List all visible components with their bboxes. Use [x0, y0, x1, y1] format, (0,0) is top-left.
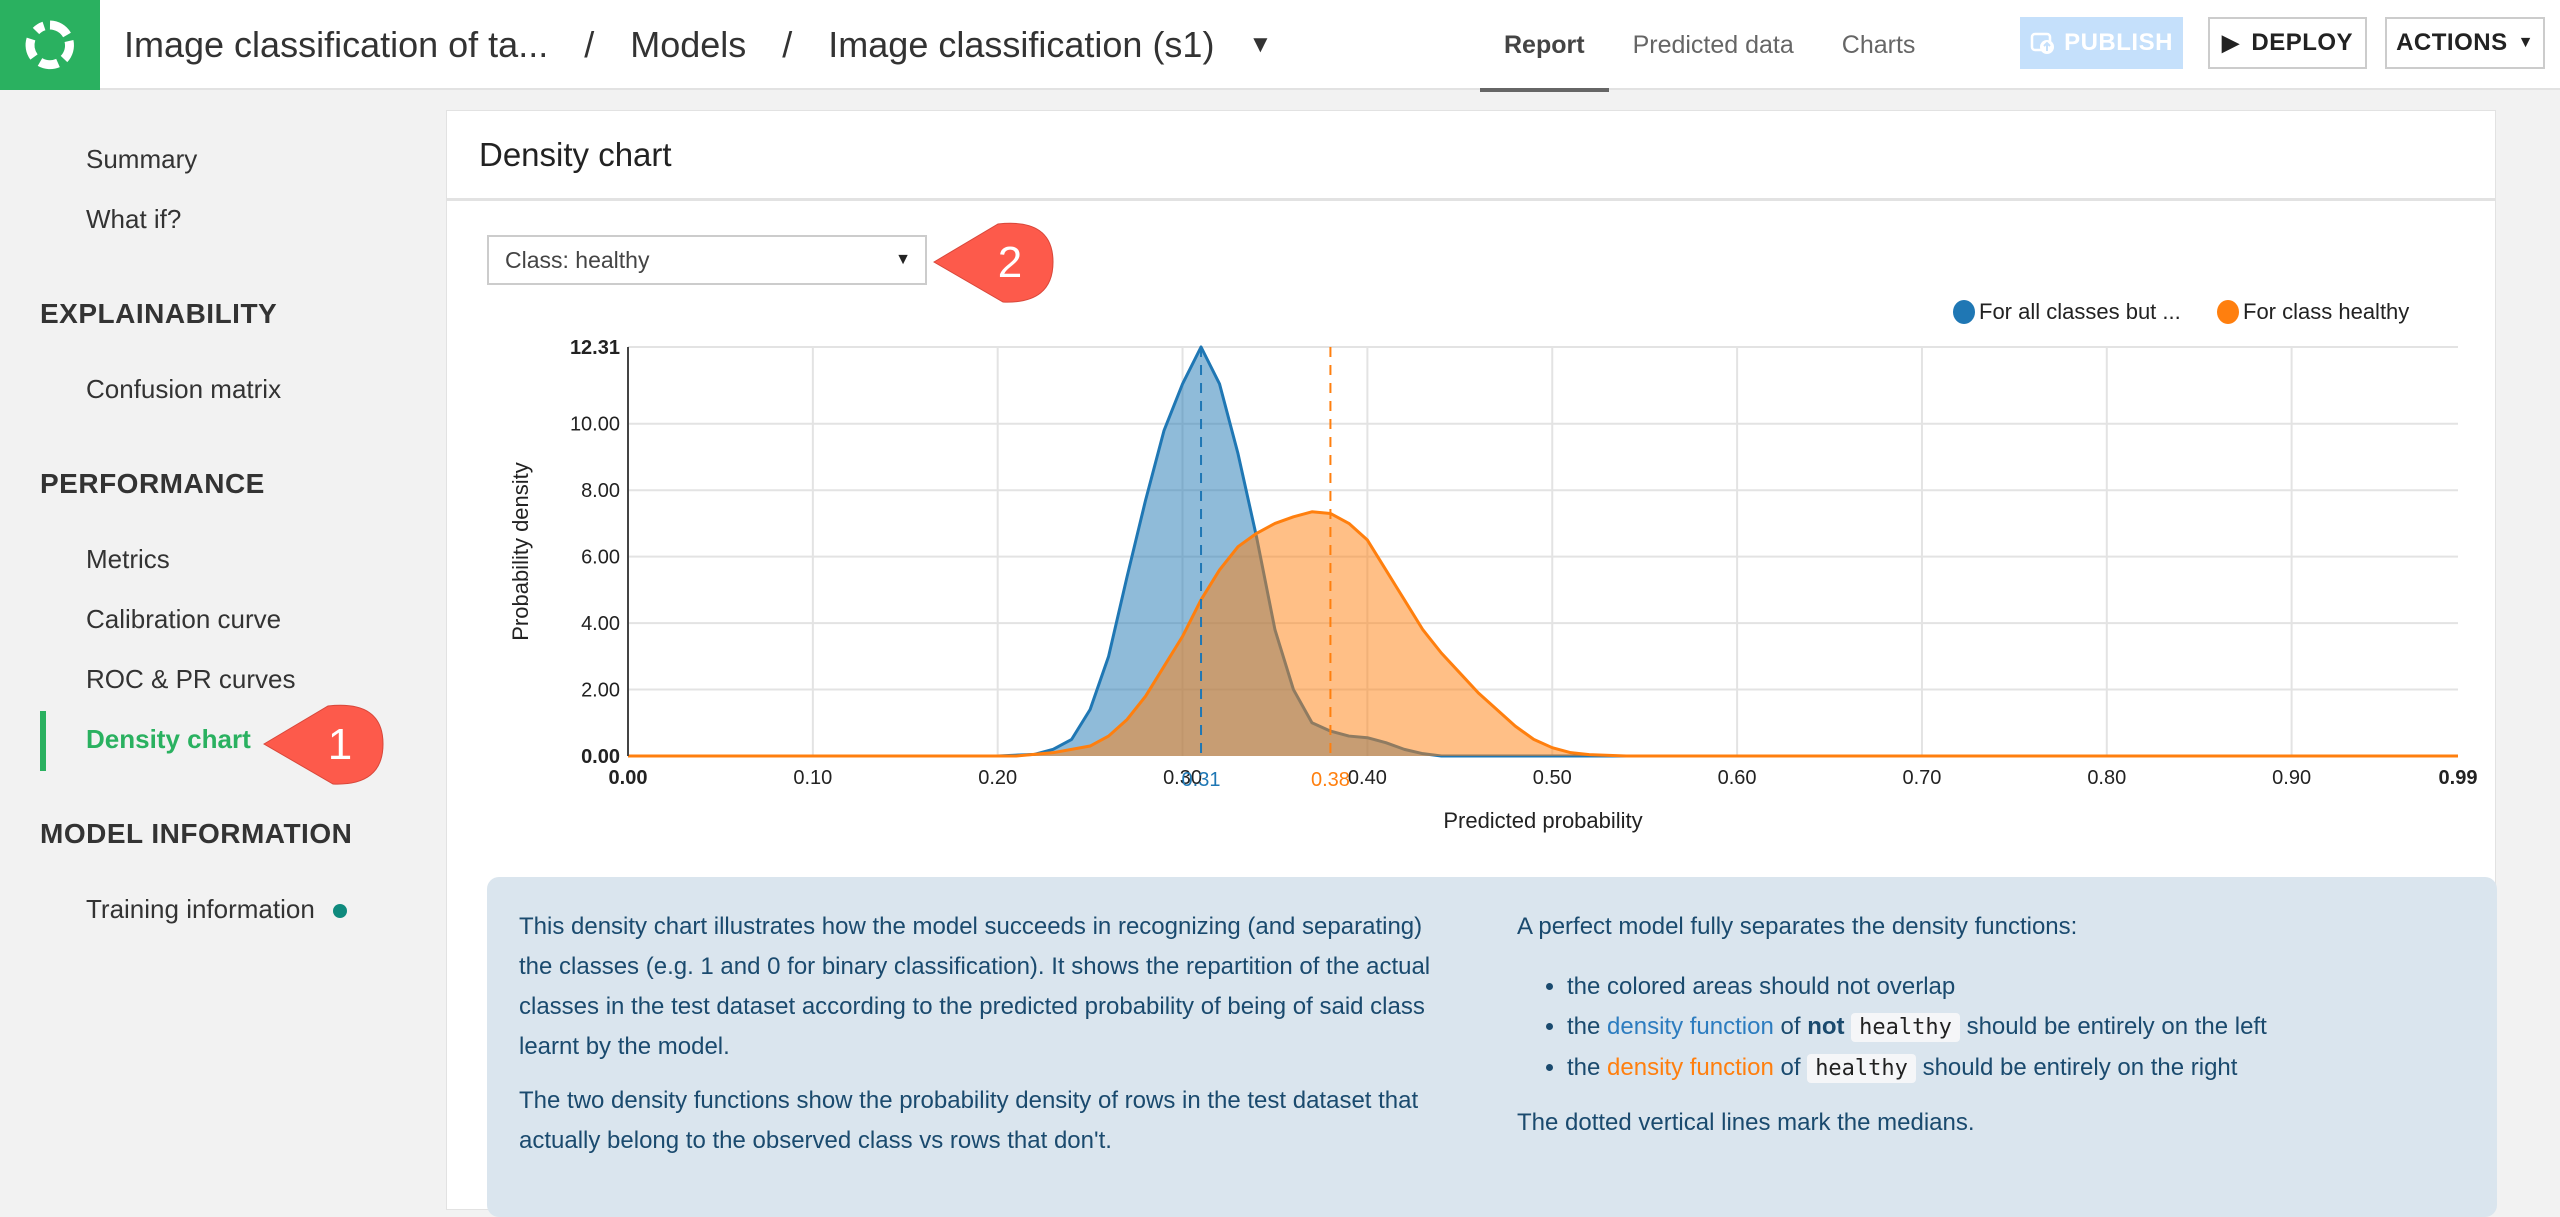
sidebar-item-training-information[interactable]: Training information [86, 894, 347, 925]
x-tick-label: 0.20 [978, 767, 1017, 789]
y-tick-label: 6.00 [581, 547, 620, 569]
y-tick-label: 2.00 [581, 680, 620, 702]
y-tick-label: 8.00 [581, 480, 620, 502]
info-column-right: A perfect model fully separates the dens… [1517, 907, 2447, 1157]
sidebar-item-roc-pr-curves[interactable]: ROC & PR curves [86, 664, 296, 695]
tab-report[interactable]: Report [1480, 0, 1609, 92]
class-code: healthy [1807, 1054, 1916, 1083]
app-logo[interactable] [0, 0, 100, 90]
sidebar-item-summary[interactable]: Summary [86, 144, 197, 175]
density-area-healthy [628, 511, 2458, 756]
publish-icon [2030, 32, 2055, 54]
logo-icon [25, 20, 74, 70]
x-tick-label: 0.40 [1348, 767, 1387, 789]
breadcrumb-project[interactable]: Image classification of ta... [124, 24, 548, 66]
info-intro: A perfect model fully separates the dens… [1517, 913, 2078, 940]
tab-charts[interactable]: Charts [1818, 0, 1940, 90]
deploy-button[interactable]: ▶ DEPLOY [2208, 17, 2367, 69]
callout-number: 2 [998, 238, 1022, 287]
x-tick-label: 0.60 [1718, 767, 1757, 789]
info-list: the colored areas should not overlap the… [1567, 967, 2447, 1089]
x-tick-label: 0.99 [2439, 767, 2478, 789]
tab-predicted-data[interactable]: Predicted data [1609, 0, 1818, 90]
active-indicator [40, 711, 46, 771]
x-axis-label: Predicted probability [1443, 808, 1642, 833]
status-dot [332, 904, 347, 919]
callout-badge-2: 2 [928, 218, 1058, 311]
section-model-information: MODEL INFORMATION [40, 818, 353, 849]
y-tick-label: 4.00 [581, 613, 620, 635]
y-tick-label: 12.31 [570, 337, 620, 359]
caret-down-icon: ▼ [2517, 34, 2534, 51]
info-outro: The dotted vertical lines mark the media… [1517, 1109, 1975, 1136]
section-performance: PERFORMANCE [40, 468, 265, 499]
section-explainability: EXPLAINABILITY [40, 298, 278, 329]
y-tick-label: 0.00 [581, 746, 620, 768]
info-column-left: This density chart illustrates how the m… [519, 907, 1449, 1175]
density-function-link-orange[interactable]: density function [1607, 1054, 1774, 1081]
play-icon: ▶ [2221, 30, 2240, 55]
text-right: should be entirely on the right [1922, 1054, 2238, 1081]
text-of: of [1780, 1054, 1801, 1081]
density-chart-panel: Density chart Class: healthy ▼ For all c… [446, 110, 2497, 1217]
info-bullet-2: the density function of not healthy shou… [1567, 1007, 2447, 1048]
median-label-healthy: 0.38 [1311, 769, 1350, 791]
density-function-link-blue[interactable]: density function [1607, 1013, 1774, 1040]
x-tick-label: 0.80 [2087, 767, 2126, 789]
x-tick-label: 0.10 [793, 767, 832, 789]
training-information-label: Training information [86, 894, 315, 924]
class-code: healthy [1851, 1013, 1960, 1042]
publish-button[interactable]: PUBLISH [2020, 17, 2183, 69]
actions-label: ACTIONS [2396, 29, 2508, 56]
info-paragraph-2: The two density functions show the proba… [519, 1087, 1419, 1154]
x-tick-label: 0.50 [1533, 767, 1572, 789]
top-bar: Image classification of ta... / Models /… [0, 0, 2560, 92]
x-tick-label: 0.90 [2272, 767, 2311, 789]
text-the: the [1567, 1054, 1601, 1081]
breadcrumb-models[interactable]: Models [630, 24, 746, 66]
sidebar-item-calibration-curve[interactable]: Calibration curve [86, 604, 281, 635]
text-the: the [1567, 1013, 1601, 1040]
density-chart: 0.00 0.10 0.20 0.30 0.40 0.50 0.60 0.70 0.80 0.90… [508, 337, 2478, 833]
median-label-others: 0.31 [1182, 769, 1221, 791]
info-paragraph-1: This density chart illustrates how the m… [519, 913, 1431, 1060]
text-not: not [1807, 1013, 1845, 1040]
info-box: This density chart illustrates how the m… [487, 877, 2497, 1217]
x-tick-label: 0.70 [1902, 767, 1941, 789]
caret-down-icon[interactable]: ▼ [1248, 31, 1272, 59]
report-tabs: Report Predicted data Charts [1480, 0, 1940, 92]
x-tick-label: 0.00 [609, 767, 648, 789]
density-area-others [628, 347, 2458, 756]
density-line-others [628, 345, 2458, 758]
density-line-healthy [628, 510, 2458, 758]
callout-badge-1: 1 [258, 700, 388, 793]
publish-label: PUBLISH [2064, 29, 2173, 56]
sidebar-item-metrics[interactable]: Metrics [86, 544, 170, 575]
sidebar: Summary What if? EXPLAINABILITY Confusio… [0, 92, 440, 1198]
sidebar-item-confusion-matrix[interactable]: Confusion matrix [86, 374, 281, 405]
breadcrumb-separator: / [584, 24, 595, 65]
sidebar-item-what-if[interactable]: What if? [86, 204, 181, 235]
info-bullet-1: the colored areas should not overlap [1567, 967, 2447, 1007]
actions-button[interactable]: ACTIONS ▼ [2385, 17, 2545, 69]
breadcrumb: Image classification of ta... / Models /… [124, 0, 1272, 90]
info-bullet-3: the density function of healthy should b… [1567, 1048, 2447, 1089]
text-left: should be entirely on the left [1966, 1013, 2267, 1040]
text-of: of [1780, 1013, 1801, 1040]
deploy-label: DEPLOY [2251, 29, 2354, 56]
y-axis-label: Probability density [508, 462, 533, 641]
y-tick-label: 10.00 [570, 414, 620, 436]
callout-number: 1 [328, 720, 352, 769]
breadcrumb-model[interactable]: Image classification (s1) [828, 24, 1214, 66]
sidebar-item-density-chart[interactable]: Density chart [86, 724, 251, 755]
breadcrumb-separator: / [782, 24, 793, 65]
